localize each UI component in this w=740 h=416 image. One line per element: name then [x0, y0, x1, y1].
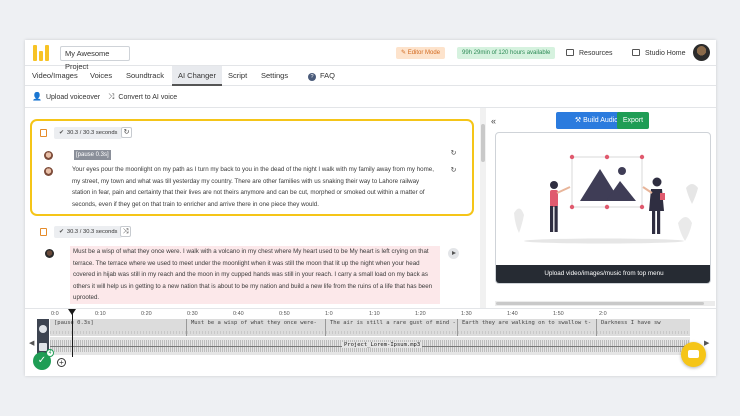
tick-label: 1:0 [325, 311, 333, 317]
export-button[interactable]: Export [617, 112, 649, 129]
convert-ai-voice-label: Convert to AI voice [118, 94, 178, 101]
refresh-line-button[interactable]: ↻ [448, 166, 459, 177]
voice-avatar-icon[interactable] [45, 249, 54, 258]
upload-illustration [514, 154, 698, 244]
tab-script[interactable]: Script [228, 66, 247, 86]
scrollbar-thumb[interactable] [481, 124, 485, 162]
plus-icon: + [59, 358, 64, 367]
duration-badge: ✔ 30.3 / 30.3 seconds [54, 226, 123, 238]
voice-segment[interactable]: [pause 0.3s] [50, 319, 187, 336]
timeline-ruler[interactable]: 0:0 0:10 0:20 0:30 0:40 0:50 1:0 1:10 1:… [51, 309, 681, 318]
duration-label: 30.3 / 30.3 seconds [66, 130, 118, 136]
collapse-panel-icon[interactable]: « [491, 116, 496, 126]
check-icon: ✔ [59, 229, 64, 235]
tab-faq[interactable]: ? FAQ [308, 66, 335, 86]
document-icon [40, 228, 47, 236]
tick-label: 1:20 [415, 311, 426, 317]
resources-icon [566, 49, 574, 56]
avatar[interactable] [693, 44, 710, 61]
question-icon: ? [308, 73, 316, 81]
voice-avatar-icon[interactable] [44, 167, 53, 176]
voice-segment[interactable]: Earth they are walking on to swallow t- [458, 319, 597, 336]
tick-label: 1:10 [369, 311, 380, 317]
media-preview: Upload video/images/music from top menu [495, 132, 711, 284]
playhead[interactable] [72, 309, 73, 357]
tick-label: 0:30 [187, 311, 198, 317]
voice-avatar-icon[interactable] [44, 151, 53, 160]
refresh-icon: ↻ [450, 150, 457, 157]
tab-ai-changer[interactable]: AI Changer [172, 66, 222, 86]
user-icon: 👤 [32, 92, 42, 101]
chat-icon[interactable] [681, 342, 706, 367]
resources-label: Resources [579, 50, 613, 57]
duration-label: 30.3 / 30.3 seconds [66, 229, 118, 235]
app-logo[interactable] [33, 45, 50, 61]
horizontal-scrollbar-thumb[interactable] [496, 302, 704, 305]
check-icon: ✔ [59, 130, 64, 136]
timeline: 0:0 0:10 0:20 0:30 0:40 0:50 1:0 1:10 1:… [25, 308, 716, 376]
main-tabs: Video/Images Voices Soundtrack AI Change… [25, 66, 716, 86]
build-audio-label: Build Audio [583, 117, 619, 124]
voice-segment[interactable]: Darkness I have sw [597, 319, 690, 336]
refresh-icon: ↻ [450, 167, 457, 174]
tick-label: 1:50 [553, 311, 564, 317]
shuffle-button[interactable]: ⤨ [120, 226, 131, 237]
tab-settings[interactable]: Settings [261, 66, 288, 86]
upload-voiceover-label: Upload voiceover [45, 94, 101, 101]
tab-video-images[interactable]: Video/Images [32, 66, 78, 86]
editor-mode-label: Editor Mode [407, 50, 441, 56]
studio-home-link[interactable]: Studio Home [632, 49, 685, 57]
pause-tag[interactable]: [pause 0.3s] [74, 150, 111, 160]
action-bar: 👤 Upload voiceover ⤨ Convert to AI voice [25, 86, 716, 108]
check-icon: ✓ [37, 355, 47, 366]
tab-soundtrack[interactable]: Soundtrack [126, 66, 164, 86]
project-name-field[interactable]: My Awesome Project [60, 46, 130, 71]
app-window: My Awesome Project ✎ Editor Mode 99h 29m… [25, 40, 716, 376]
shuffle-icon: ⤨ [122, 228, 129, 235]
scroll-right-icon[interactable]: ▶ [704, 339, 709, 347]
shuffle-icon: ⤨ [108, 92, 115, 101]
voice-track[interactable]: [pause 0.3s] Must be a wisp of what they… [50, 319, 690, 336]
editor-mode-badge[interactable]: ✎ Editor Mode [396, 47, 446, 59]
document-icon [40, 129, 47, 137]
studio-home-label: Studio Home [645, 50, 686, 57]
refresh-button[interactable]: ↻ [121, 127, 132, 138]
convert-ai-voice-button[interactable]: ⤨ Convert to AI voice [108, 86, 177, 109]
hours-available-badge: 99h 29min of 120 hours available [457, 47, 556, 59]
script-block-selected[interactable]: ✔ 30.3 / 30.3 seconds ↻ [pause 0.3s] ↻ Yo… [30, 119, 474, 216]
script-paragraph[interactable]: Must be a wisp of what they once were. I… [70, 246, 440, 304]
refresh-icon: ↻ [123, 129, 130, 136]
upload-voiceover-button[interactable]: 👤 Upload voiceover [32, 86, 100, 109]
notification-badge: 4 [46, 349, 54, 357]
add-track-button[interactable]: + [57, 358, 66, 367]
script-paragraph[interactable]: Your eyes pour the moonlight on my path … [72, 164, 438, 210]
audio-filename: Project_Lorem-Ipsum.mp3 [342, 342, 423, 348]
tick-label: 2:0 [599, 311, 607, 317]
play-icon[interactable] [448, 248, 459, 259]
tick-label: 0:50 [279, 311, 290, 317]
refresh-line-button[interactable]: ↻ [448, 149, 459, 160]
voice-segment[interactable]: The air is still a rare gust of mind - [326, 319, 458, 336]
voice-segment[interactable]: Must be a wisp of what they once were- [187, 319, 326, 336]
tick-label: 0:10 [95, 311, 106, 317]
resources-link[interactable]: Resources [566, 49, 612, 57]
tick-label: 1:40 [507, 311, 518, 317]
tab-voices[interactable]: Voices [90, 66, 112, 86]
duration-badge: ✔ 30.3 / 30.3 seconds [54, 127, 123, 139]
tick-label: 0:40 [233, 311, 244, 317]
scroll-left-icon[interactable]: ◀ [29, 339, 34, 347]
home-icon [632, 49, 640, 56]
audio-track[interactable]: Project_Lorem-Ipsum.mp3 [50, 337, 690, 355]
tick-label: 0:0 [51, 311, 59, 317]
voice-track-icon [39, 325, 47, 333]
tick-label: 1:30 [461, 311, 472, 317]
top-bar: My Awesome Project ✎ Editor Mode 99h 29m… [25, 40, 716, 71]
faq-label: FAQ [320, 71, 336, 80]
upload-caption: Upload video/images/music from top menu [496, 265, 710, 283]
tick-label: 0:20 [141, 311, 152, 317]
